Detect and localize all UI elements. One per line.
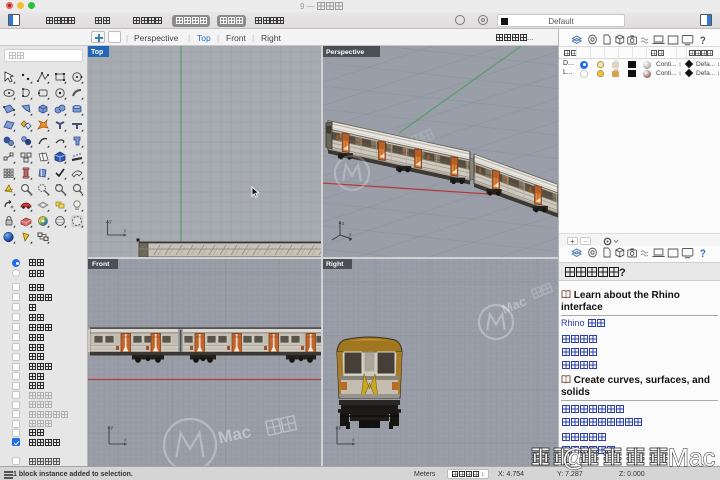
svg-text:?: ? — [700, 36, 706, 46]
svg-text:x: x — [124, 229, 127, 235]
svg-text:Mac: Mac — [668, 444, 715, 472]
svg-text:Right: Right — [326, 261, 344, 268]
svg-text:Front: Front — [92, 261, 110, 268]
svg-text:?: ? — [700, 249, 706, 259]
svg-text:y: y — [109, 219, 112, 225]
svg-text:x: x — [352, 438, 355, 444]
svg-text:Top: Top — [91, 49, 103, 56]
svg-text:Perspective: Perspective — [326, 49, 364, 56]
svg-text:y: y — [111, 425, 114, 431]
svg-text:x: x — [124, 438, 127, 444]
svg-text:y: y — [339, 425, 342, 431]
